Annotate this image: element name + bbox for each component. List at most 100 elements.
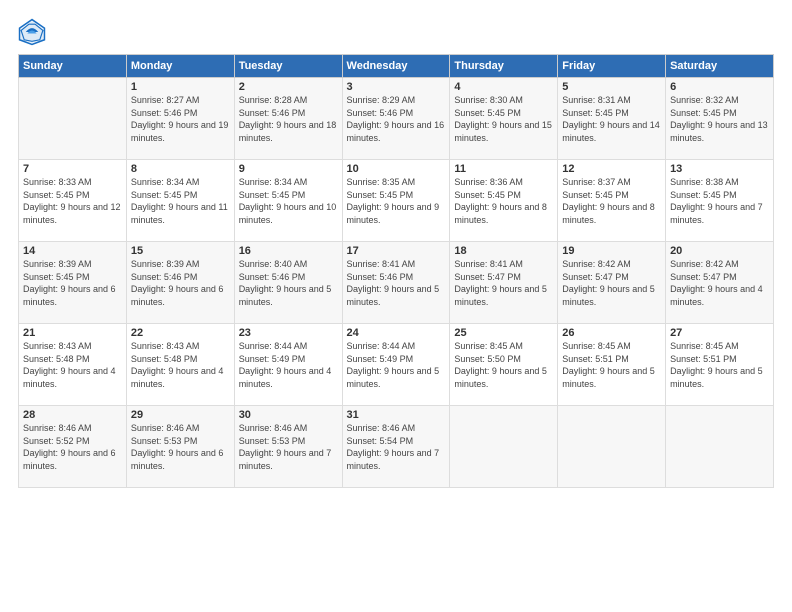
day-number: 22 xyxy=(131,327,230,339)
day-info: Sunrise: 8:30 AMSunset: 5:45 PMDaylight:… xyxy=(454,94,553,144)
day-number: 5 xyxy=(562,81,661,93)
day-number: 4 xyxy=(454,81,553,93)
calendar-cell: 7Sunrise: 8:33 AMSunset: 5:45 PMDaylight… xyxy=(19,160,127,242)
day-number: 17 xyxy=(347,245,446,257)
calendar-cell: 27Sunrise: 8:45 AMSunset: 5:51 PMDayligh… xyxy=(666,324,774,406)
calendar-cell: 25Sunrise: 8:45 AMSunset: 5:50 PMDayligh… xyxy=(450,324,558,406)
day-number: 15 xyxy=(131,245,230,257)
weekday-header-sunday: Sunday xyxy=(19,55,127,78)
day-info: Sunrise: 8:31 AMSunset: 5:45 PMDaylight:… xyxy=(562,94,661,144)
day-info: Sunrise: 8:38 AMSunset: 5:45 PMDaylight:… xyxy=(670,176,769,226)
day-number: 7 xyxy=(23,163,122,175)
day-number: 21 xyxy=(23,327,122,339)
calendar-cell: 1Sunrise: 8:27 AMSunset: 5:46 PMDaylight… xyxy=(126,78,234,160)
logo xyxy=(18,18,50,46)
day-info: Sunrise: 8:44 AMSunset: 5:49 PMDaylight:… xyxy=(239,340,338,390)
day-info: Sunrise: 8:35 AMSunset: 5:45 PMDaylight:… xyxy=(347,176,446,226)
calendar-cell: 31Sunrise: 8:46 AMSunset: 5:54 PMDayligh… xyxy=(342,406,450,488)
calendar-cell: 30Sunrise: 8:46 AMSunset: 5:53 PMDayligh… xyxy=(234,406,342,488)
day-info: Sunrise: 8:41 AMSunset: 5:46 PMDaylight:… xyxy=(347,258,446,308)
day-number: 29 xyxy=(131,409,230,421)
calendar-cell: 6Sunrise: 8:32 AMSunset: 5:45 PMDaylight… xyxy=(666,78,774,160)
day-number: 1 xyxy=(131,81,230,93)
calendar-week-5: 28Sunrise: 8:46 AMSunset: 5:52 PMDayligh… xyxy=(19,406,774,488)
day-info: Sunrise: 8:45 AMSunset: 5:51 PMDaylight:… xyxy=(670,340,769,390)
weekday-header-tuesday: Tuesday xyxy=(234,55,342,78)
day-number: 9 xyxy=(239,163,338,175)
weekday-header-friday: Friday xyxy=(558,55,666,78)
calendar-cell: 9Sunrise: 8:34 AMSunset: 5:45 PMDaylight… xyxy=(234,160,342,242)
calendar-table: SundayMondayTuesdayWednesdayThursdayFrid… xyxy=(18,54,774,488)
calendar-cell: 23Sunrise: 8:44 AMSunset: 5:49 PMDayligh… xyxy=(234,324,342,406)
calendar-cell: 3Sunrise: 8:29 AMSunset: 5:46 PMDaylight… xyxy=(342,78,450,160)
calendar-cell: 19Sunrise: 8:42 AMSunset: 5:47 PMDayligh… xyxy=(558,242,666,324)
calendar-cell: 18Sunrise: 8:41 AMSunset: 5:47 PMDayligh… xyxy=(450,242,558,324)
calendar-cell: 28Sunrise: 8:46 AMSunset: 5:52 PMDayligh… xyxy=(19,406,127,488)
day-number: 24 xyxy=(347,327,446,339)
calendar-cell: 17Sunrise: 8:41 AMSunset: 5:46 PMDayligh… xyxy=(342,242,450,324)
day-number: 13 xyxy=(670,163,769,175)
day-info: Sunrise: 8:46 AMSunset: 5:53 PMDaylight:… xyxy=(239,422,338,472)
day-info: Sunrise: 8:45 AMSunset: 5:51 PMDaylight:… xyxy=(562,340,661,390)
day-number: 27 xyxy=(670,327,769,339)
day-number: 20 xyxy=(670,245,769,257)
day-number: 26 xyxy=(562,327,661,339)
calendar-cell: 10Sunrise: 8:35 AMSunset: 5:45 PMDayligh… xyxy=(342,160,450,242)
day-number: 11 xyxy=(454,163,553,175)
day-info: Sunrise: 8:40 AMSunset: 5:46 PMDaylight:… xyxy=(239,258,338,308)
day-info: Sunrise: 8:45 AMSunset: 5:50 PMDaylight:… xyxy=(454,340,553,390)
calendar-cell: 2Sunrise: 8:28 AMSunset: 5:46 PMDaylight… xyxy=(234,78,342,160)
calendar-cell xyxy=(450,406,558,488)
day-info: Sunrise: 8:36 AMSunset: 5:45 PMDaylight:… xyxy=(454,176,553,226)
day-info: Sunrise: 8:42 AMSunset: 5:47 PMDaylight:… xyxy=(562,258,661,308)
day-info: Sunrise: 8:41 AMSunset: 5:47 PMDaylight:… xyxy=(454,258,553,308)
day-info: Sunrise: 8:42 AMSunset: 5:47 PMDaylight:… xyxy=(670,258,769,308)
weekday-header-thursday: Thursday xyxy=(450,55,558,78)
day-info: Sunrise: 8:46 AMSunset: 5:52 PMDaylight:… xyxy=(23,422,122,472)
day-info: Sunrise: 8:39 AMSunset: 5:45 PMDaylight:… xyxy=(23,258,122,308)
logo-icon xyxy=(18,18,46,46)
calendar-cell: 11Sunrise: 8:36 AMSunset: 5:45 PMDayligh… xyxy=(450,160,558,242)
calendar-cell xyxy=(666,406,774,488)
calendar-cell: 24Sunrise: 8:44 AMSunset: 5:49 PMDayligh… xyxy=(342,324,450,406)
calendar-cell xyxy=(558,406,666,488)
day-number: 18 xyxy=(454,245,553,257)
day-number: 25 xyxy=(454,327,553,339)
day-info: Sunrise: 8:33 AMSunset: 5:45 PMDaylight:… xyxy=(23,176,122,226)
weekday-header-row: SundayMondayTuesdayWednesdayThursdayFrid… xyxy=(19,55,774,78)
calendar-cell: 15Sunrise: 8:39 AMSunset: 5:46 PMDayligh… xyxy=(126,242,234,324)
calendar-cell: 4Sunrise: 8:30 AMSunset: 5:45 PMDaylight… xyxy=(450,78,558,160)
day-number: 31 xyxy=(347,409,446,421)
day-info: Sunrise: 8:37 AMSunset: 5:45 PMDaylight:… xyxy=(562,176,661,226)
day-info: Sunrise: 8:27 AMSunset: 5:46 PMDaylight:… xyxy=(131,94,230,144)
calendar-cell: 22Sunrise: 8:43 AMSunset: 5:48 PMDayligh… xyxy=(126,324,234,406)
calendar-cell: 21Sunrise: 8:43 AMSunset: 5:48 PMDayligh… xyxy=(19,324,127,406)
calendar-week-4: 21 Sunrise: 8:43 AMSunset: 5:48 PMDayligh… xyxy=(19,324,774,406)
header xyxy=(18,18,774,46)
day-info: Sunrise: 8:28 AMSunset: 5:46 PMDaylight:… xyxy=(239,94,338,144)
weekday-header-wednesday: Wednesday xyxy=(342,55,450,78)
calendar-cell: 16Sunrise: 8:40 AMSunset: 5:46 PMDayligh… xyxy=(234,242,342,324)
day-info: Sunrise: 8:43 AMSunset: 5:48 PMDaylight:… xyxy=(131,340,230,390)
day-number: 23 xyxy=(239,327,338,339)
weekday-header-saturday: Saturday xyxy=(666,55,774,78)
day-number: 10 xyxy=(347,163,446,175)
calendar-cell: 20Sunrise: 8:42 AMSunset: 5:47 PMDayligh… xyxy=(666,242,774,324)
calendar-cell: 26Sunrise: 8:45 AMSunset: 5:51 PMDayligh… xyxy=(558,324,666,406)
day-info: Sunrise: 8:32 AMSunset: 5:45 PMDaylight:… xyxy=(670,94,769,144)
day-number: 14 xyxy=(23,245,122,257)
day-number: 8 xyxy=(131,163,230,175)
calendar-week-3: 14Sunrise: 8:39 AMSunset: 5:45 PMDayligh… xyxy=(19,242,774,324)
day-info: Sunrise: 8:29 AMSunset: 5:46 PMDaylight:… xyxy=(347,94,446,144)
calendar-header: SundayMondayTuesdayWednesdayThursdayFrid… xyxy=(19,55,774,78)
calendar-page: SundayMondayTuesdayWednesdayThursdayFrid… xyxy=(0,0,792,612)
calendar-cell: 13Sunrise: 8:38 AMSunset: 5:45 PMDayligh… xyxy=(666,160,774,242)
day-number: 12 xyxy=(562,163,661,175)
calendar-cell: 12Sunrise: 8:37 AMSunset: 5:45 PMDayligh… xyxy=(558,160,666,242)
day-info: Sunrise: 8:34 AMSunset: 5:45 PMDaylight:… xyxy=(131,176,230,226)
day-number: 30 xyxy=(239,409,338,421)
calendar-body: 1Sunrise: 8:27 AMSunset: 5:46 PMDaylight… xyxy=(19,78,774,488)
calendar-cell: 29Sunrise: 8:46 AMSunset: 5:53 PMDayligh… xyxy=(126,406,234,488)
day-info: Sunrise: 8:44 AMSunset: 5:49 PMDaylight:… xyxy=(347,340,446,390)
day-info: Sunrise: 8:46 AMSunset: 5:53 PMDaylight:… xyxy=(131,422,230,472)
